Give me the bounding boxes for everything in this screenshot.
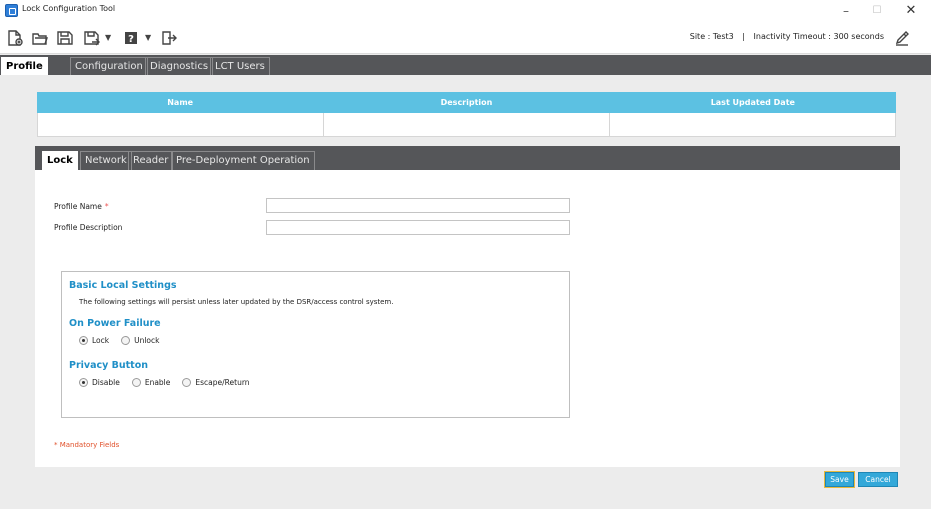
title-bar: Lock Configuration Tool – ☐ ✕ [0,0,931,22]
profile-table: Name Description Last Updated Date [37,92,896,137]
power-failure-radio-group: Lock Unlock [79,336,172,345]
main-tab-bar: Profile Configuration Diagnostics LCT Us… [0,55,931,75]
basic-settings-note: The following settings will persist unle… [79,298,394,306]
site-label: Site : [689,32,711,41]
save-icon[interactable] [56,29,74,47]
column-header-last-updated-date[interactable]: Last Updated Date [610,92,896,113]
radio-option-lock[interactable]: Lock [79,336,109,345]
profile-name-label-text: Profile Name [54,202,102,211]
svg-text:?: ? [128,34,134,45]
table-cell[interactable] [324,113,610,136]
privacy-button-title: Privacy Button [69,360,149,371]
timeout-label: Inactivity Timeout : [753,32,831,41]
table-cell[interactable] [610,113,895,136]
radio-unlock[interactable] [121,336,131,345]
edit-icon[interactable] [893,29,911,47]
help-dropdown-icon[interactable]: ▼ [145,33,151,42]
profile-description-label: Profile Description [54,223,123,232]
radio-disable[interactable] [79,378,88,387]
basic-local-settings-box: Basic Local Settings The following setti… [61,271,570,418]
tab-diagnostics[interactable]: Diagnostics [145,57,214,75]
profile-area: Name Description Last Updated Date [0,75,931,146]
table-header: Name Description Last Updated Date [37,92,896,113]
toolbar: ▼ ? ▼ Site : Test3 | Inactivity Timeout … [0,22,931,54]
radio-lock-label: Lock [92,336,110,345]
radio-option-disable[interactable]: Disable [79,378,120,387]
site-value: Test3 [712,32,734,41]
mandatory-fields-note: * Mandatory Fields [54,441,120,449]
profile-description-input[interactable] [266,220,570,235]
tab-configuration[interactable]: Configuration [70,57,148,75]
tab-lct-users[interactable]: LCT Users [210,57,270,75]
maximize-button[interactable]: ☐ [862,2,892,20]
timeout-value: 300 seconds [833,32,884,41]
save-button[interactable]: Save [824,471,855,488]
close-button[interactable]: ✕ [896,2,926,20]
radio-disable-label: Disable [92,378,120,387]
radio-enable[interactable] [131,378,141,387]
radio-escape-return-label: Escape/Return [195,378,250,387]
radio-unlock-label: Unlock [134,336,160,345]
app-icon [5,4,18,17]
tab-lock[interactable]: Lock [42,151,78,170]
exit-icon[interactable] [160,29,178,47]
site-info: Site : Test3 | Inactivity Timeout : 300 … [690,32,884,41]
power-failure-title: On Power Failure [69,318,161,329]
radio-escape-return[interactable] [182,378,192,387]
cancel-button[interactable]: Cancel [858,472,898,487]
save-as-dropdown-icon[interactable]: ▼ [105,33,111,42]
lock-panel: Profile Name * Profile Description Basic … [35,170,900,467]
radio-option-unlock[interactable]: Unlock [121,336,160,345]
profile-name-input[interactable] [266,198,570,213]
tab-network[interactable]: Network [80,151,132,170]
radio-option-enable[interactable]: Enable [131,378,171,387]
required-marker: * [104,202,109,211]
column-header-name[interactable]: Name [37,92,323,113]
new-file-icon[interactable] [6,29,24,47]
tab-reader[interactable]: Reader [128,151,174,170]
table-cell[interactable] [38,113,324,136]
basic-settings-title: Basic Local Settings [69,280,177,291]
site-separator: | [742,32,745,41]
help-icon[interactable]: ? [122,29,140,47]
profile-name-label: Profile Name * [54,202,109,211]
minimize-button[interactable]: – [831,2,861,20]
column-header-description[interactable]: Description [323,92,609,113]
table-row[interactable] [37,113,896,137]
radio-lock[interactable] [79,336,88,345]
sub-tab-bar: Lock Network Reader Pre-Deployment Opera… [35,146,900,170]
tab-profile[interactable]: Profile [1,57,48,75]
radio-option-escape-return[interactable]: Escape/Return [182,378,250,387]
privacy-radio-group: Disable Enable Escape/Return [79,378,262,387]
save-as-icon[interactable] [83,29,101,47]
open-folder-icon[interactable] [31,29,49,47]
tab-pre-deployment-operation[interactable]: Pre-Deployment Operation [171,151,315,170]
window-title: Lock Configuration Tool [22,4,116,13]
radio-enable-label: Enable [144,378,171,387]
